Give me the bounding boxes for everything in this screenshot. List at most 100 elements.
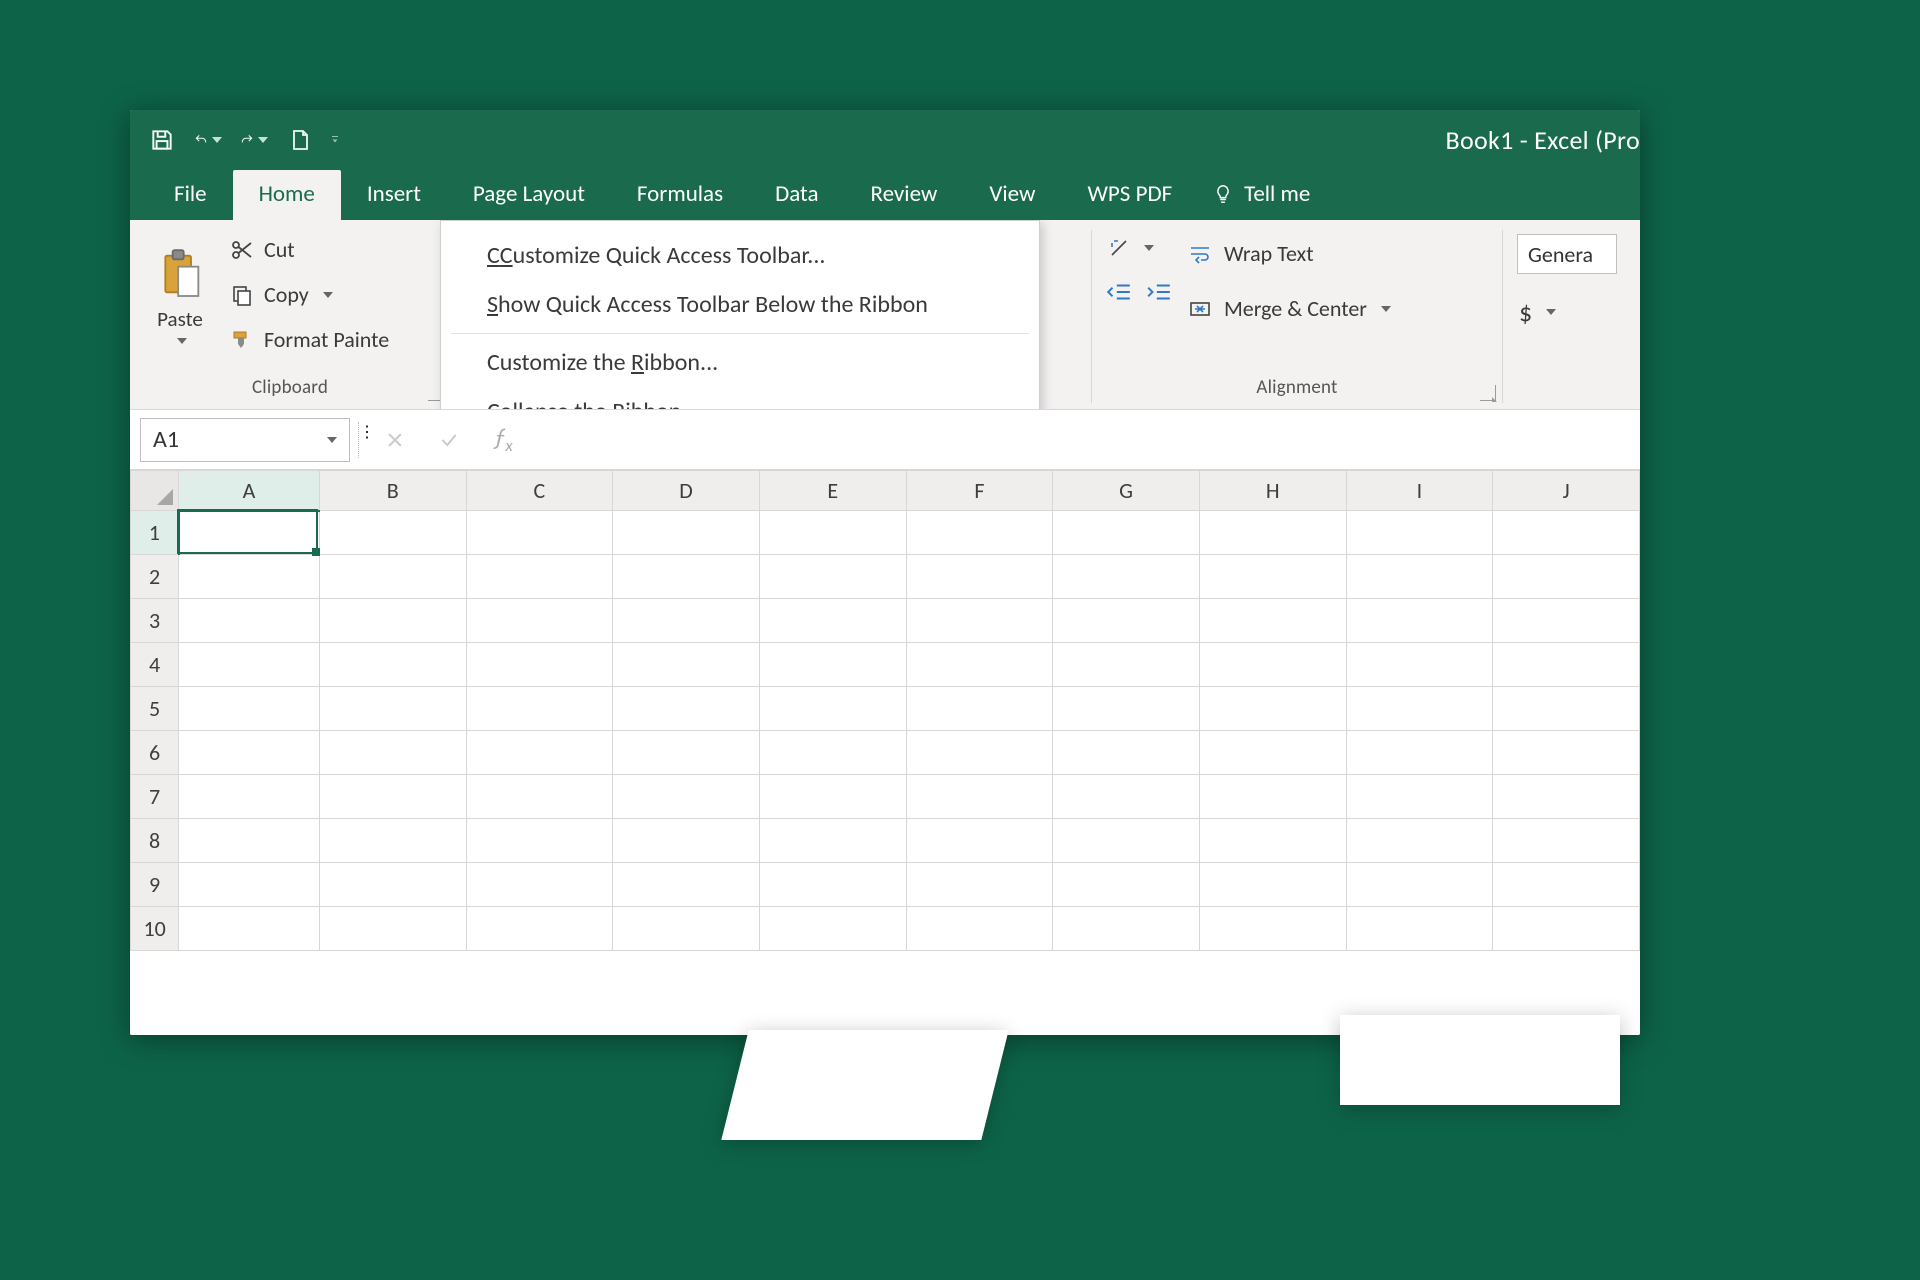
cell[interactable] (1493, 775, 1640, 819)
cell[interactable] (906, 643, 1053, 687)
cell[interactable] (759, 775, 906, 819)
cell[interactable] (759, 643, 906, 687)
cell[interactable] (1199, 863, 1346, 907)
name-box[interactable]: A1 (140, 418, 350, 462)
accounting-format-button[interactable]: $ (1517, 292, 1617, 332)
menu-show-qat-below[interactable]: Show Quick Access Toolbar Below the Ribb… (445, 280, 1035, 329)
cell[interactable] (1053, 731, 1200, 775)
cell[interactable] (1346, 511, 1493, 555)
row-header[interactable]: 3 (131, 599, 179, 643)
cell[interactable] (613, 643, 760, 687)
menu-customize-ribbon[interactable]: Customize the Ribbon... (445, 338, 1035, 387)
insert-function-button[interactable]: ƒx (480, 418, 526, 462)
cell[interactable] (1053, 863, 1200, 907)
qat-customize-icon[interactable] (332, 127, 338, 153)
cell[interactable] (1053, 687, 1200, 731)
cell[interactable] (613, 555, 760, 599)
cell[interactable] (319, 687, 466, 731)
tab-data[interactable]: Data (749, 170, 844, 220)
cell[interactable] (1199, 687, 1346, 731)
cell[interactable] (179, 599, 320, 643)
cell[interactable] (613, 907, 760, 951)
cell[interactable] (613, 775, 760, 819)
cell[interactable] (759, 687, 906, 731)
tab-insert[interactable]: Insert (341, 170, 447, 220)
column-header[interactable]: D (613, 471, 760, 511)
cell[interactable] (906, 775, 1053, 819)
tab-file[interactable]: File (148, 170, 233, 220)
column-header[interactable]: G (1053, 471, 1200, 511)
row-header[interactable]: 1 (131, 511, 179, 555)
cell[interactable] (466, 731, 613, 775)
cell[interactable] (1199, 731, 1346, 775)
cell[interactable] (466, 643, 613, 687)
cell[interactable] (319, 599, 466, 643)
decrease-indent-icon[interactable] (1106, 280, 1132, 304)
cell[interactable] (179, 863, 320, 907)
row-header[interactable]: 9 (131, 863, 179, 907)
cell[interactable] (319, 511, 466, 555)
cell[interactable] (1053, 599, 1200, 643)
cell[interactable] (613, 863, 760, 907)
cell[interactable] (613, 599, 760, 643)
cell[interactable] (1346, 731, 1493, 775)
cell[interactable] (1053, 643, 1200, 687)
cell[interactable] (613, 687, 760, 731)
cell[interactable] (906, 819, 1053, 863)
column-header[interactable]: F (906, 471, 1053, 511)
cancel-formula-icon[interactable] (372, 418, 418, 462)
cell[interactable] (179, 511, 320, 555)
cell[interactable] (906, 555, 1053, 599)
cell[interactable] (759, 511, 906, 555)
tab-home[interactable]: Home (233, 170, 341, 220)
cell[interactable] (319, 863, 466, 907)
cell[interactable] (613, 819, 760, 863)
cell[interactable] (906, 599, 1053, 643)
cell[interactable] (319, 555, 466, 599)
save-icon[interactable] (148, 126, 176, 154)
cell[interactable] (1493, 687, 1640, 731)
alignment-launcher-icon[interactable] (1480, 385, 1496, 401)
menu-customize-qat[interactable]: CCustomize Quick Access Toolbar... (445, 231, 1035, 280)
cell[interactable] (179, 907, 320, 951)
row-header[interactable]: 4 (131, 643, 179, 687)
cell[interactable] (1053, 775, 1200, 819)
cell[interactable] (179, 775, 320, 819)
row-header[interactable]: 6 (131, 731, 179, 775)
increase-indent-icon[interactable] (1146, 280, 1172, 304)
cell[interactable] (466, 687, 613, 731)
cell[interactable] (319, 643, 466, 687)
column-header[interactable]: H (1199, 471, 1346, 511)
cell[interactable] (179, 555, 320, 599)
cell[interactable] (1199, 907, 1346, 951)
cell[interactable] (1346, 643, 1493, 687)
cell[interactable] (1346, 775, 1493, 819)
cell[interactable] (1346, 907, 1493, 951)
undo-icon[interactable] (194, 126, 222, 154)
cell[interactable] (906, 907, 1053, 951)
cell[interactable] (1199, 819, 1346, 863)
tab-page-layout[interactable]: Page Layout (447, 170, 611, 220)
cut-button[interactable]: Cut (228, 232, 391, 267)
merge-center-button[interactable]: Merge & Center (1184, 291, 1393, 326)
cell[interactable] (319, 907, 466, 951)
cell[interactable] (1199, 643, 1346, 687)
cell[interactable] (466, 819, 613, 863)
cell[interactable] (1053, 511, 1200, 555)
column-header[interactable]: I (1346, 471, 1493, 511)
cell[interactable] (906, 511, 1053, 555)
cell[interactable] (466, 599, 613, 643)
tab-wps-pdf[interactable]: WPS PDF (1061, 170, 1198, 220)
column-header[interactable]: J (1493, 471, 1640, 511)
cell[interactable] (759, 907, 906, 951)
cell[interactable] (759, 819, 906, 863)
row-header[interactable]: 8 (131, 819, 179, 863)
cell[interactable] (1493, 599, 1640, 643)
row-header[interactable]: 10 (131, 907, 179, 951)
cell[interactable] (1199, 775, 1346, 819)
menu-collapse-ribbon[interactable]: Collapse the Ribbon (445, 387, 1035, 410)
cell[interactable] (466, 775, 613, 819)
cell[interactable] (1053, 907, 1200, 951)
cell[interactable] (1493, 643, 1640, 687)
cell[interactable] (759, 599, 906, 643)
